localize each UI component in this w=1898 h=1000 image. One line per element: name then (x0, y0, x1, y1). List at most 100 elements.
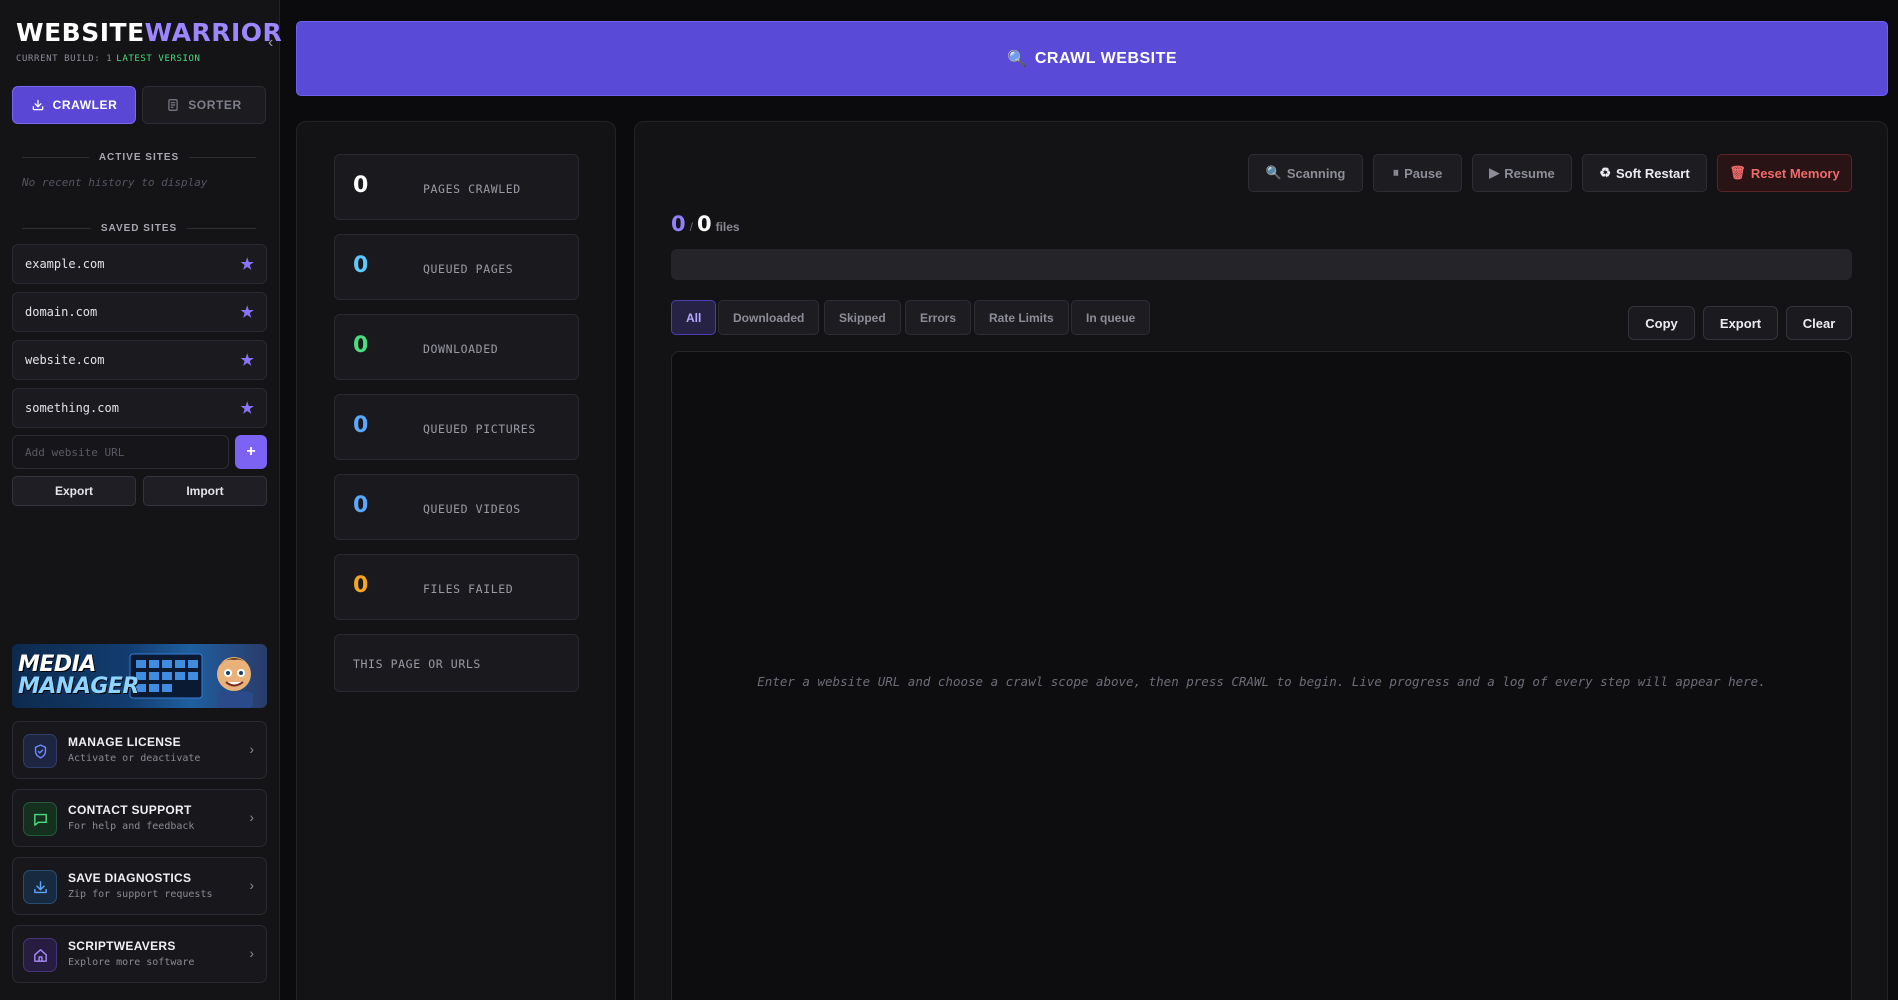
stat-queued-pictures: 0 QUEUED PICTURES (334, 394, 579, 460)
stat-value: 0 (353, 333, 369, 358)
filter-skipped[interactable]: Skipped (824, 300, 901, 335)
files-total: 0 (696, 212, 712, 236)
star-icon[interactable]: ★ (241, 351, 254, 369)
recycle-icon: ♻ (1599, 165, 1611, 180)
star-icon[interactable]: ★ (241, 303, 254, 321)
stat-value: 0 (353, 253, 369, 278)
crawl-website-label: CRAWL WEBSITE (1034, 49, 1178, 67)
manage-license-link[interactable]: MANAGE LICENSE Activate or deactivate › (12, 721, 267, 779)
filter-rate-limits[interactable]: Rate Limits (974, 300, 1069, 335)
scriptweavers-link[interactable]: SCRIPTWEAVERS Explore more software › (12, 925, 267, 983)
stat-label: QUEUED PICTURES (423, 422, 536, 436)
stat-queued-videos: 0 QUEUED VIDEOS (334, 474, 579, 540)
clear-log-button[interactable]: Clear (1786, 306, 1852, 340)
crawl-website-button[interactable]: 🔍 CRAWL WEBSITE (296, 21, 1888, 96)
saved-site-item[interactable]: website.com ★ (12, 340, 267, 380)
files-done: 0 (671, 212, 686, 236)
stat-downloaded: 0 DOWNLOADED (334, 314, 579, 380)
chevron-right-icon: › (249, 945, 254, 961)
sorter-icon (168, 99, 178, 111)
stat-value: 0 (353, 573, 369, 598)
add-url-input[interactable] (12, 435, 229, 469)
promo-line2: MANAGER (18, 674, 139, 699)
media-manager-banner[interactable]: MEDIA MANAGER (12, 644, 267, 708)
brand-name-b: WARRIOR (144, 18, 283, 47)
magnifier-icon: 🔍 (1006, 50, 1027, 68)
shield-icon (23, 734, 57, 768)
copy-log-button[interactable]: Copy (1628, 306, 1695, 340)
crawl-log[interactable]: Enter a website URL and choose a crawl s… (671, 351, 1852, 1000)
pause-label: Pause (1404, 165, 1443, 181)
filter-all[interactable]: All (671, 300, 717, 335)
link-subtitle: Zip for support requests (68, 889, 213, 900)
app-logo: WEBSITEWARRIOR (16, 18, 282, 47)
chevron-right-icon: › (249, 741, 254, 757)
soft-restart-button[interactable]: ♻ Soft Restart (1582, 154, 1707, 192)
this-page-or-urls[interactable]: THIS PAGE OR URLS (334, 634, 579, 692)
stat-queued-pages: 0 QUEUED PAGES (334, 234, 579, 300)
files-counter: 0 / 0 files (671, 212, 740, 236)
scanning-button[interactable]: 🔍 Scanning (1248, 154, 1363, 192)
saved-sites-heading: SAVED SITES (22, 223, 256, 234)
pause-button[interactable]: ⏸ Pause (1373, 154, 1462, 192)
stat-pages-crawled: 0 PAGES CRAWLED (334, 154, 579, 220)
save-diagnostics-link[interactable]: SAVE DIAGNOSTICS Zip for support request… (12, 857, 267, 915)
trash-icon: 🗑 (1729, 165, 1746, 180)
star-icon[interactable]: ★ (241, 399, 254, 417)
resume-button[interactable]: ▶ Resume (1472, 154, 1572, 192)
chevron-right-icon: › (249, 809, 254, 825)
play-icon: ▶ (1489, 165, 1500, 180)
chevron-right-icon: › (249, 877, 254, 893)
export-log-button[interactable]: Export (1703, 306, 1778, 340)
link-title: MANAGE LICENSE (68, 735, 181, 749)
reset-memory-label: Reset Memory (1750, 165, 1840, 181)
link-title: CONTACT SUPPORT (68, 803, 192, 817)
download-icon (23, 870, 57, 904)
filter-downloaded[interactable]: Downloaded (718, 300, 820, 335)
active-sites-empty: No recent history to display (22, 176, 208, 189)
soft-restart-label: Soft Restart (1615, 165, 1690, 181)
saved-site-label: website.com (25, 353, 105, 367)
resume-label: Resume (1504, 165, 1555, 181)
this-page-label: THIS PAGE OR URLS (353, 657, 481, 671)
build-label: CURRENT BUILD: 1 (16, 54, 113, 64)
home-icon (23, 938, 57, 972)
tab-crawler-label: CRAWLER (52, 98, 118, 112)
sidebar: WEBSITEWARRIOR CURRENT BUILD: 1 LATEST VE… (0, 0, 282, 1000)
active-sites-heading-text: ACTIVE SITES (98, 152, 180, 163)
star-icon[interactable]: ★ (241, 255, 254, 273)
reset-memory-button[interactable]: 🗑 Reset Memory (1717, 154, 1852, 192)
chat-icon (23, 802, 57, 836)
stat-files-failed: 0 FILES FAILED (334, 554, 579, 620)
tab-sorter[interactable]: SORTER (142, 86, 266, 124)
link-title: SAVE DIAGNOSTICS (68, 871, 192, 885)
crawl-progress-bar (671, 249, 1852, 280)
tab-crawler[interactable]: CRAWLER (12, 86, 136, 124)
stat-label: QUEUED PAGES (423, 262, 514, 276)
saved-site-item[interactable]: example.com ★ (12, 244, 267, 284)
stat-value: 0 (353, 493, 369, 518)
link-title: SCRIPTWEAVERS (68, 939, 176, 953)
filter-in-queue[interactable]: In queue (1071, 300, 1151, 335)
stat-label: PAGES CRAWLED (423, 182, 521, 196)
saved-site-item[interactable]: something.com ★ (12, 388, 267, 428)
stat-label: FILES FAILED (423, 582, 514, 596)
saved-site-label: something.com (25, 401, 119, 415)
files-unit: files (715, 220, 740, 234)
pause-icon: ⏸ (1392, 165, 1400, 180)
link-subtitle: Activate or deactivate (68, 753, 201, 764)
build-info: CURRENT BUILD: 1 LATEST VERSION (16, 54, 201, 64)
brand-name-a: WEBSITE (16, 18, 145, 47)
saved-site-item[interactable]: domain.com ★ (12, 292, 267, 332)
add-url-button[interactable]: + (235, 435, 267, 469)
export-sites-button[interactable]: Export (12, 476, 136, 506)
filter-errors[interactable]: Errors (905, 300, 972, 335)
import-sites-button[interactable]: Import (143, 476, 267, 506)
saved-sites-heading-text: SAVED SITES (100, 223, 178, 234)
contact-support-link[interactable]: CONTACT SUPPORT For help and feedback › (12, 789, 267, 847)
stat-label: QUEUED VIDEOS (423, 502, 521, 516)
saved-site-label: example.com (25, 257, 105, 271)
files-separator: / (689, 220, 693, 234)
log-empty-message: Enter a website URL and choose a crawl s… (757, 674, 1766, 689)
collapse-sidebar-icon[interactable]: ‹ (268, 34, 273, 52)
